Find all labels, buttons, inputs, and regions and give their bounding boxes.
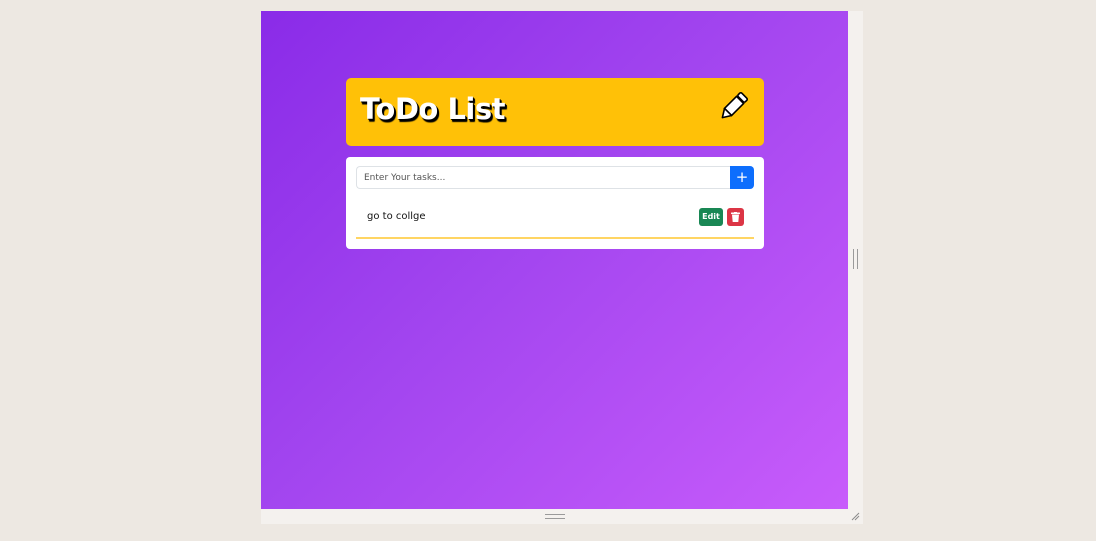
app-viewport: ToDo List + go to collge Edit <box>261 11 848 509</box>
trash-icon <box>731 212 740 222</box>
task-input[interactable] <box>356 166 730 189</box>
corner-resize-icon[interactable] <box>850 511 860 521</box>
task-item: go to collge Edit <box>356 202 754 239</box>
task-text: go to collge <box>367 211 426 222</box>
edit-task-button[interactable]: Edit <box>699 208 723 226</box>
add-task-button[interactable]: + <box>730 166 754 189</box>
todo-card: + go to collge Edit <box>346 157 764 249</box>
vertical-resize-handle[interactable] <box>853 249 858 269</box>
horizontal-resize-handle[interactable] <box>545 514 565 519</box>
browser-frame: ToDo List + go to collge Edit <box>261 11 863 524</box>
header-card: ToDo List <box>346 78 764 146</box>
app-title: ToDo List <box>360 92 506 126</box>
pencil-icon <box>721 91 749 119</box>
delete-task-button[interactable] <box>727 208 744 226</box>
